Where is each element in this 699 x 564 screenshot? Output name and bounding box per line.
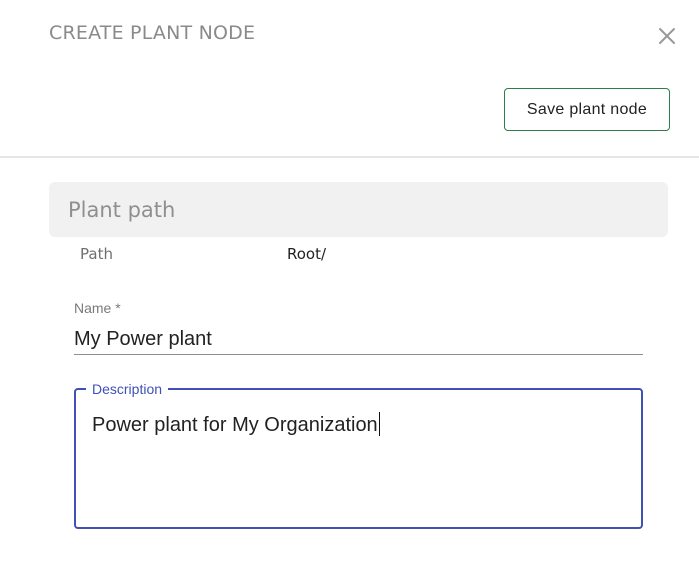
header-divider [0, 156, 699, 158]
description-field[interactable]: Description Power plant for My Organizat… [74, 380, 643, 529]
close-icon [659, 28, 675, 44]
close-button[interactable] [655, 24, 679, 48]
description-value: Power plant for My Organization [92, 414, 378, 436]
name-field: Name * [74, 298, 643, 358]
description-textarea[interactable]: Power plant for My Organization [92, 412, 380, 437]
path-label: Path [80, 245, 113, 263]
name-label: Name * [74, 300, 121, 316]
description-label: Description [86, 380, 169, 398]
name-input[interactable] [74, 324, 643, 355]
dialog-title: CREATE PLANT NODE [49, 22, 256, 44]
plant-path-title: Plant path [68, 198, 176, 222]
path-value: Root/ [287, 245, 327, 263]
create-plant-node-dialog: CREATE PLANT NODE Save plant node Plant … [0, 0, 699, 564]
save-plant-node-button[interactable]: Save plant node [504, 88, 670, 131]
plant-path-panel: Plant path [49, 182, 668, 237]
text-caret [378, 412, 380, 436]
